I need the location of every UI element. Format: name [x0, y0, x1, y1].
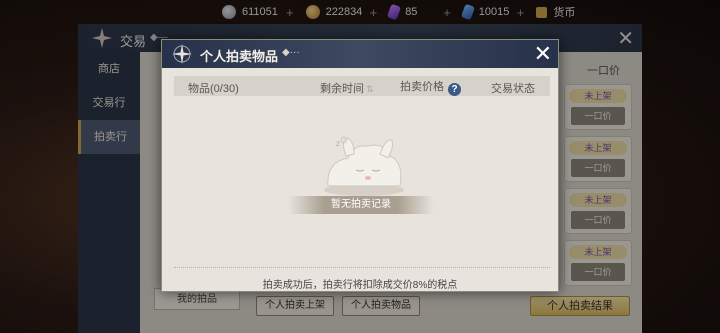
column-time-left[interactable]: 剩余时间 ⇅	[320, 80, 374, 96]
empty-state-label: 暂无拍卖记录	[288, 196, 434, 214]
column-price: 拍卖价格?	[400, 78, 461, 96]
tax-notice: 拍卖成功后，拍卖行将扣除成交价8%的税点	[262, 280, 458, 291]
dialog-title: 个人拍卖物品	[200, 49, 279, 64]
column-price-label: 拍卖价格	[400, 81, 444, 93]
table-header: 物品(0/30) 剩余时间 ⇅ 拍卖价格? 交易状态	[174, 76, 550, 96]
sort-icon: ⇅	[366, 84, 374, 94]
divider	[174, 267, 550, 268]
column-status: 交易状态	[491, 83, 535, 95]
help-icon[interactable]: ?	[448, 83, 461, 96]
close-button[interactable]: ✕	[534, 41, 552, 67]
sleeping-mascot-illustration: z	[324, 136, 404, 196]
title-ornament: ◆···	[282, 47, 300, 58]
svg-text:z: z	[336, 139, 340, 148]
column-item: 物品(0/30)	[188, 83, 239, 95]
dialog-header: 个人拍卖物品 ◆··· ✕	[162, 40, 558, 68]
personal-auction-items-dialog: 个人拍卖物品 ◆··· ✕ 物品(0/30) 剩余时间 ⇅ 拍卖价格? 交易状态 …	[161, 39, 559, 292]
compass-star-icon	[172, 44, 192, 64]
column-time-left-label: 剩余时间	[320, 83, 364, 95]
